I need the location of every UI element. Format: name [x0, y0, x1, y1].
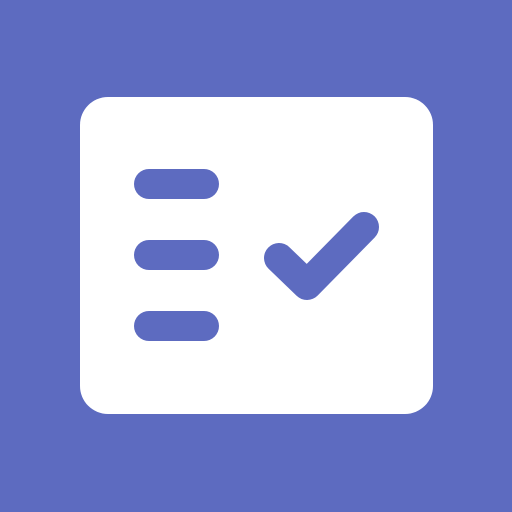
checklist-icon: [0, 0, 512, 512]
icon-card: [80, 97, 433, 414]
checklist-app-icon: [0, 0, 512, 512]
